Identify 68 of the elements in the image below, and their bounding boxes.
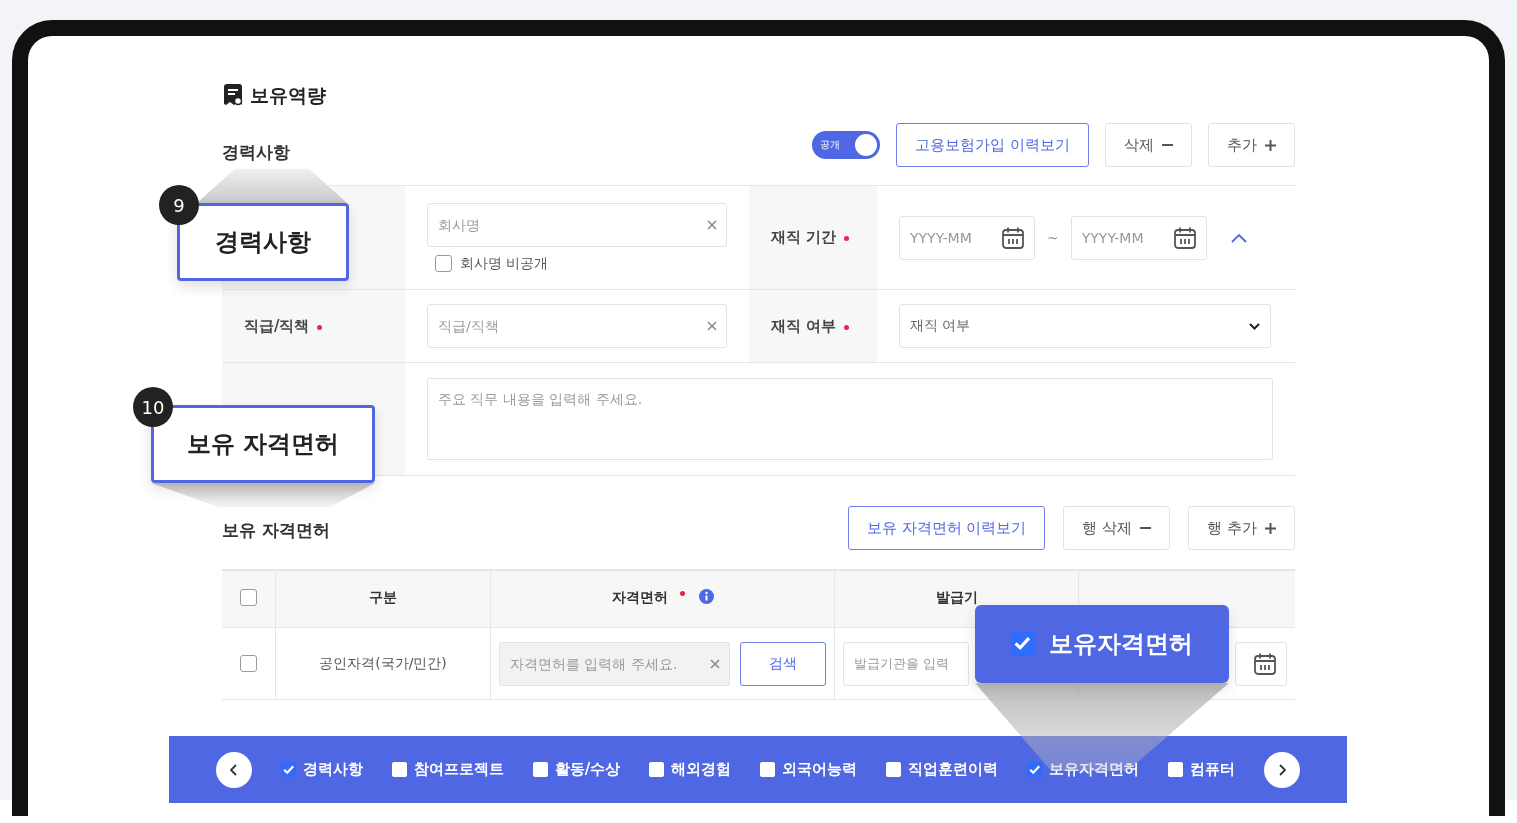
- calendar-icon[interactable]: [1253, 651, 1277, 676]
- delete-button[interactable]: 삭제: [1105, 123, 1192, 167]
- date-separator: ~: [1047, 229, 1059, 246]
- next-button[interactable]: [1264, 751, 1301, 788]
- checkbox[interactable]: [240, 655, 257, 672]
- checkbox[interactable]: [760, 762, 776, 777]
- date-field[interactable]: YYYY-MM: [899, 215, 1035, 260]
- calendar-icon[interactable]: [1001, 225, 1025, 250]
- plus-icon: [1265, 139, 1276, 151]
- previous-button[interactable]: [215, 751, 252, 788]
- date-field[interactable]: [1235, 641, 1287, 686]
- input-field[interactable]: 자격면허를 입력해 주세요.: [499, 641, 730, 686]
- calendar-icon[interactable]: [1172, 225, 1197, 250]
- text-area[interactable]: 주요 직무 내용을 입력해 주세요.: [427, 378, 1273, 460]
- section-checkbox[interactable]: 외국어능력: [760, 760, 858, 779]
- chevron-right-icon: [1278, 763, 1286, 776]
- section-checkbox[interactable]: 경력사항: [280, 760, 363, 779]
- search-button[interactable]: 검색: [740, 641, 826, 686]
- section-checkbox[interactable]: 해외경험: [649, 760, 732, 779]
- clear-icon[interactable]: [707, 321, 717, 331]
- section-checkbox[interactable]: 보유자격면허: [1027, 760, 1140, 779]
- checkbox-label: 회사명 비공개: [460, 254, 549, 273]
- clear-icon[interactable]: [707, 219, 717, 230]
- section-checkbox[interactable]: 참여프로젝트: [391, 760, 504, 779]
- history-button[interactable]: 고용보험가입 이력보기: [896, 123, 1089, 167]
- document-icon: [222, 84, 244, 108]
- field-label: 재직 기간: [771, 228, 837, 247]
- callout-label: 보유자격면허: [975, 605, 1229, 683]
- info-icon[interactable]: [698, 589, 714, 604]
- checkbox[interactable]: [1168, 762, 1184, 777]
- chevron-left-icon: [230, 763, 238, 776]
- chevron-down-icon: [1249, 322, 1260, 330]
- public-toggle[interactable]: 공개: [812, 131, 881, 159]
- checkbox[interactable]: [280, 762, 296, 777]
- minus-icon: [1140, 527, 1152, 529]
- input-field[interactable]: 발급기관을 입력: [843, 641, 969, 686]
- date-field[interactable]: YYYY-MM: [1070, 215, 1207, 260]
- section-title: 보유 자격면허: [222, 518, 330, 542]
- minus-icon: [1162, 144, 1173, 146]
- section-checkbox[interactable]: 활동/수상: [532, 760, 621, 779]
- section-title: 경력사항: [222, 140, 290, 164]
- page-title: 보유역량: [250, 83, 326, 108]
- checkbox[interactable]: [1027, 762, 1043, 777]
- section-checkbox[interactable]: 직업훈련이력: [886, 760, 999, 779]
- field-label: 직급/직책: [244, 316, 310, 336]
- checkbox[interactable]: [886, 762, 902, 777]
- column-header: 발급기: [935, 589, 978, 607]
- clear-icon[interactable]: [710, 658, 720, 669]
- input-field[interactable]: 회사명: [427, 202, 727, 247]
- dropdown[interactable]: 재직 여부: [899, 304, 1271, 348]
- section-checkbox[interactable]: 컴퓨터: [1168, 760, 1236, 779]
- add-button[interactable]: 행 추가: [1188, 506, 1295, 550]
- column-header: 구분: [369, 589, 397, 607]
- delete-button[interactable]: 행 삭제: [1063, 506, 1171, 550]
- checkbox[interactable]: [649, 762, 665, 777]
- input-field[interactable]: 직급/직책: [427, 304, 727, 348]
- history-button[interactable]: 보유 자격면허 이력보기: [847, 506, 1046, 550]
- column-header: 자격면허: [611, 589, 668, 607]
- chevron-up-icon[interactable]: [1231, 232, 1247, 243]
- checkbox[interactable]: [391, 762, 407, 777]
- checkbox[interactable]: [532, 762, 548, 777]
- checkbox[interactable]: [435, 255, 452, 272]
- plus-icon: [1265, 522, 1276, 534]
- add-button[interactable]: 추가: [1208, 123, 1295, 167]
- table-cell: 공인자격(국가/민간): [319, 654, 447, 673]
- step-number: 10: [133, 387, 173, 427]
- select-all-checkbox[interactable]: [240, 589, 257, 606]
- field-label: 재직 여부: [771, 316, 837, 336]
